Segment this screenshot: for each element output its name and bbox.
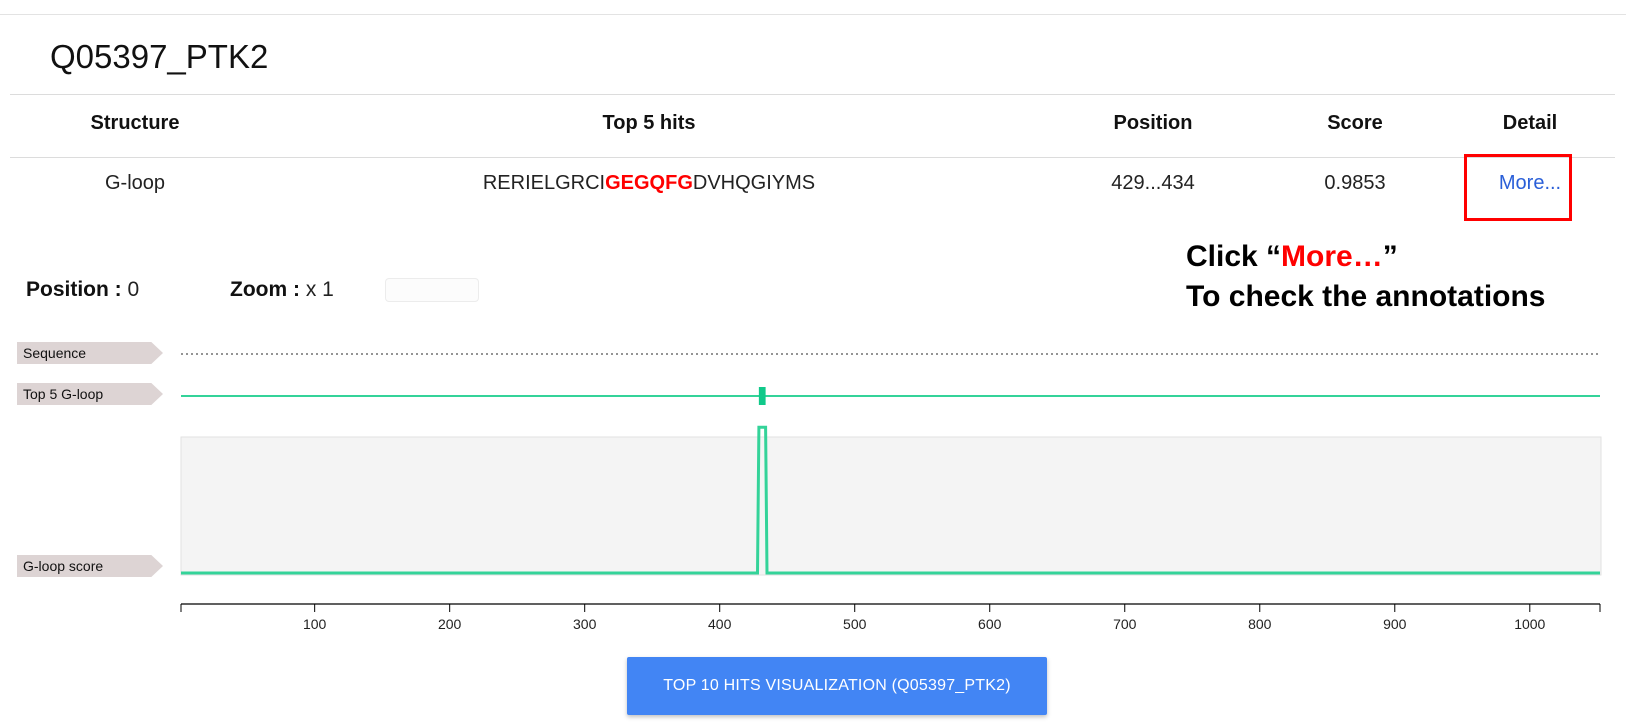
x-tick-label: 900 (1383, 616, 1407, 632)
score-track-background (180, 436, 1602, 576)
x-tick-label: 800 (1248, 616, 1272, 632)
x-tick-label: 500 (843, 616, 867, 632)
x-tick-label: 300 (573, 616, 597, 632)
x-tick-label: 1000 (1514, 616, 1545, 632)
x-tick-label: 400 (708, 616, 732, 632)
x-axis: 100 200 300 400 500 600 700 800 900 1000 (180, 603, 1601, 632)
top5-hit-marker[interactable] (758, 387, 766, 405)
x-tick-label: 600 (978, 616, 1002, 632)
x-tick-label: 100 (303, 616, 327, 632)
x-tick-label: 200 (438, 616, 462, 632)
top10-visualization-button[interactable]: TOP 10 HITS VISUALIZATION (Q05397_PTK2) (627, 657, 1047, 715)
feature-viewer[interactable]: 100 200 300 400 500 600 700 800 900 1000 (0, 0, 1626, 650)
x-tick-label: 700 (1113, 616, 1137, 632)
